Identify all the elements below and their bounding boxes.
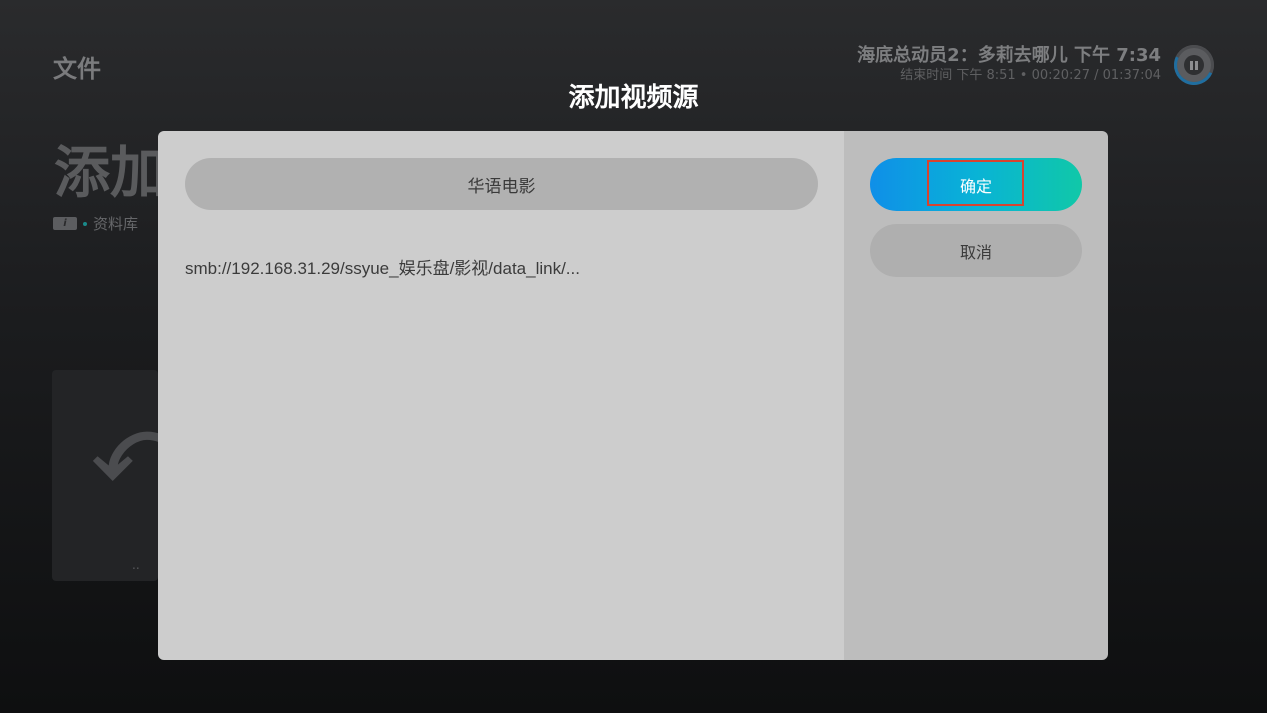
breadcrumb-label: 资料库 — [93, 215, 139, 233]
parent-folder-label: .. — [132, 558, 140, 572]
breadcrumb: i 资料库 — [53, 213, 138, 234]
dialog-content-panel: 华语电影 smb://192.168.31.29/ssyue_娱乐盘/影视/da… — [158, 131, 844, 660]
dialog-title: 添加视频源 — [568, 83, 699, 113]
parent-folder-tile[interactable]: ⤺ .. — [52, 370, 186, 581]
cancel-button[interactable]: 取消 — [870, 224, 1082, 277]
confirm-button[interactable]: 确定 — [870, 158, 1082, 211]
add-source-dialog: 华语电影 smb://192.168.31.29/ssyue_娱乐盘/影视/da… — [158, 131, 1108, 660]
source-path: smb://192.168.31.29/ssyue_娱乐盘/影视/data_li… — [185, 259, 580, 278]
dialog-actions-panel: 确定 取消 — [844, 131, 1108, 660]
focus-highlight — [927, 160, 1024, 206]
cancel-label: 取消 — [959, 242, 992, 262]
now-playing-title: 海底总动员2：多莉去哪儿 下午 7:34 — [857, 45, 1161, 66]
page-heading: 添加视频源 — [54, 141, 158, 206]
source-name-field[interactable]: 华语电影 — [185, 158, 818, 210]
separator-dot — [83, 221, 87, 226]
info-icon: i — [53, 217, 77, 230]
